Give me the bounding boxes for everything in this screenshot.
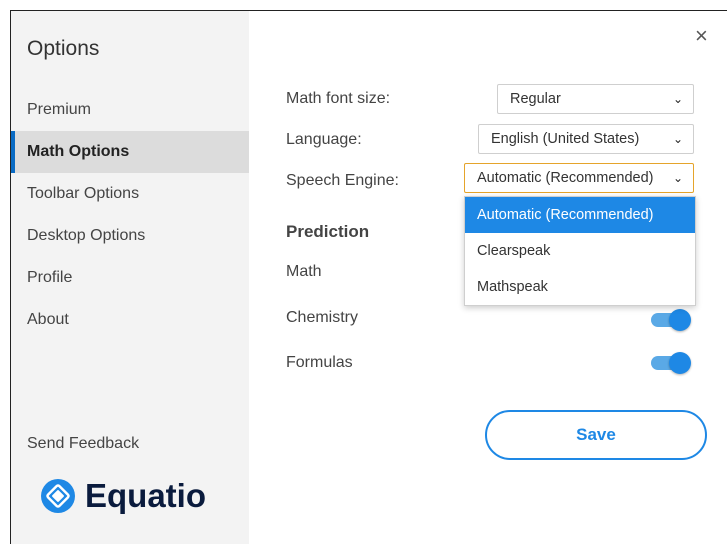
font-size-value: Regular: [510, 91, 561, 107]
equatio-logo-icon: [41, 479, 75, 513]
sidebar: Options Premium Math Options Toolbar Opt…: [11, 11, 249, 544]
font-size-select[interactable]: Regular ⌄: [497, 84, 694, 114]
language-value: English (United States): [491, 131, 640, 147]
font-size-label: Math font size:: [286, 90, 391, 107]
sidebar-item-profile[interactable]: Profile: [11, 257, 249, 299]
chevron-down-icon: ⌄: [672, 132, 683, 146]
toggle-knob: [669, 309, 691, 331]
language-label: Language:: [286, 131, 362, 148]
toggle-label-chemistry: Chemistry: [286, 309, 359, 326]
speech-engine-label: Speech Engine:: [286, 172, 399, 189]
equatio-logo: Equatio: [41, 477, 206, 515]
speech-engine-dropdown: Automatic (Recommended) Clearspeak Maths…: [464, 196, 696, 306]
save-button[interactable]: Save: [485, 410, 707, 460]
sidebar-item-toolbar-options[interactable]: Toolbar Options: [11, 173, 249, 215]
chevron-down-icon: ⌄: [672, 92, 683, 106]
close-icon[interactable]: ×: [695, 23, 708, 49]
toggle-knob: [669, 352, 691, 374]
sidebar-item-math-options[interactable]: Math Options: [11, 131, 249, 173]
chemistry-toggle[interactable]: [651, 309, 691, 331]
dropdown-option-clearspeak[interactable]: Clearspeak: [465, 233, 695, 269]
sidebar-item-premium[interactable]: Premium: [11, 89, 249, 131]
speech-engine-select[interactable]: Automatic (Recommended) ⌄: [464, 163, 694, 193]
send-feedback-link[interactable]: Send Feedback: [27, 435, 139, 453]
dropdown-option-mathspeak[interactable]: Mathspeak: [465, 269, 695, 305]
logo-text: Equatio: [85, 477, 206, 514]
options-dialog: Options Premium Math Options Toolbar Opt…: [10, 10, 727, 544]
dropdown-option-automatic[interactable]: Automatic (Recommended): [465, 197, 695, 233]
chevron-down-icon: ⌄: [672, 171, 683, 185]
toggle-label-formulas: Formulas: [286, 354, 353, 371]
sidebar-item-about[interactable]: About: [11, 299, 249, 341]
prediction-heading: Prediction: [286, 222, 370, 241]
formulas-toggle[interactable]: [651, 352, 691, 374]
sidebar-item-desktop-options[interactable]: Desktop Options: [11, 215, 249, 257]
speech-engine-value: Automatic (Recommended): [477, 170, 654, 186]
sidebar-title: Options: [27, 37, 100, 60]
toggle-label-math: Math: [286, 263, 322, 280]
language-select[interactable]: English (United States) ⌄: [478, 124, 694, 154]
